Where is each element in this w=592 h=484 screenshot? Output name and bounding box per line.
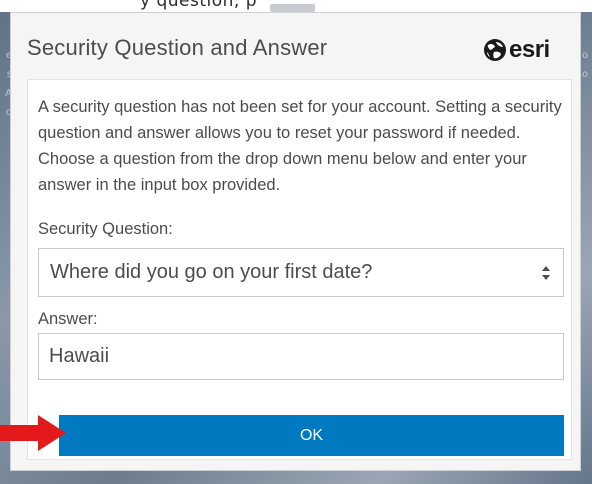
backdrop-bar <box>270 4 315 12</box>
backdrop-top-strip: y question, p <box>0 0 592 12</box>
backdrop-text: y question, p <box>140 0 258 11</box>
dialog-title: Security Question and Answer <box>27 35 328 60</box>
security-question-value: Where did you go on your first date? <box>50 261 373 283</box>
answer-label: Answer: <box>38 310 98 328</box>
esri-wordmark: esri <box>509 36 550 63</box>
answer-input[interactable] <box>38 333 564 380</box>
dialog-header: Security Question and Answer esri <box>11 13 580 73</box>
ok-button[interactable]: OK <box>59 415 564 456</box>
dialog-body: A security question has not been set for… <box>27 79 572 460</box>
esri-globe-icon <box>484 39 506 61</box>
red-arrow-icon <box>0 415 66 451</box>
backdrop-right-edge: o o <box>582 50 589 80</box>
security-question-label: Security Question: <box>38 220 173 238</box>
updown-chevron-icon <box>542 266 550 280</box>
security-question-select[interactable]: Where did you go on your first date? <box>38 248 564 297</box>
intro-text: A security question has not been set for… <box>38 98 562 194</box>
security-question-dialog: Security Question and Answer esri A secu… <box>10 12 581 471</box>
esri-logo: esri <box>483 35 573 65</box>
